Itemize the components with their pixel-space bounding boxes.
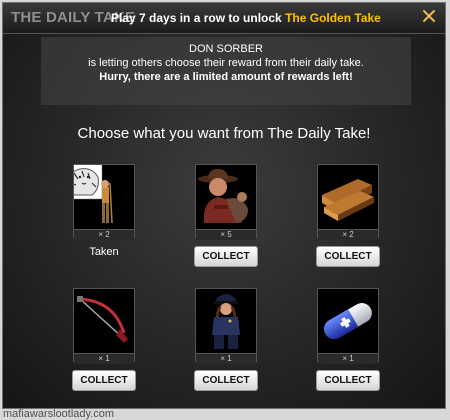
notice-text: is letting others choose their reward fr… xyxy=(88,57,364,69)
reward-frame: × 5 xyxy=(195,164,257,240)
collect-button[interactable]: COLLECT xyxy=(194,246,258,267)
lumber-planks-icon xyxy=(322,179,374,221)
reward-frame: × 1 xyxy=(195,288,257,364)
collect-button[interactable]: COLLECT xyxy=(72,370,136,391)
cowboy-hat-man-icon xyxy=(198,169,248,223)
reward-quantity: × 1 xyxy=(196,353,256,364)
reward-frame: × 2 xyxy=(317,164,379,240)
police-woman-icon xyxy=(212,294,240,349)
donor-name: DON SORBER xyxy=(189,43,263,55)
daily-take-popup: THE DAILY TAKE Play 7 days in a row to u… xyxy=(2,2,446,409)
reward-quantity: × 1 xyxy=(318,353,378,364)
reward-frame: × 1 xyxy=(73,288,135,364)
reward-frame: × 1 xyxy=(317,288,379,364)
notice-box: DON SORBER is letting others choose thei… xyxy=(41,37,411,105)
collect-button[interactable]: COLLECT xyxy=(316,246,380,267)
notice-warning: Hurry, there are a limited amount of rew… xyxy=(99,71,353,83)
reward-quantity: × 2 xyxy=(74,229,134,240)
collect-button[interactable]: COLLECT xyxy=(194,370,258,391)
watermark: mafiawarslootlady.com xyxy=(3,408,115,420)
popup-subtitle: Play 7 days in a row to unlock The Golde… xyxy=(111,11,381,25)
golden-take-link: The Golden Take xyxy=(285,11,381,25)
reward-quantity: × 2 xyxy=(318,229,378,240)
white-tiger-with-fighter-icon xyxy=(74,165,113,224)
title-bar: THE DAILY TAKE Play 7 days in a row to u… xyxy=(3,3,445,34)
close-icon[interactable] xyxy=(421,8,437,24)
hacksaw-icon xyxy=(77,296,128,343)
reward-quantity: × 1 xyxy=(74,353,134,364)
reward-quantity: × 5 xyxy=(196,229,256,240)
medical-capsule-icon xyxy=(324,303,372,339)
reward-frame: × 2 xyxy=(73,164,135,240)
taken-label: Taken xyxy=(89,246,119,258)
collect-button[interactable]: COLLECT xyxy=(316,370,380,391)
choose-prompt: Choose what you want from The Daily Take… xyxy=(77,125,371,142)
subtitle-prefix: Play 7 days in a row to unlock xyxy=(111,11,286,25)
